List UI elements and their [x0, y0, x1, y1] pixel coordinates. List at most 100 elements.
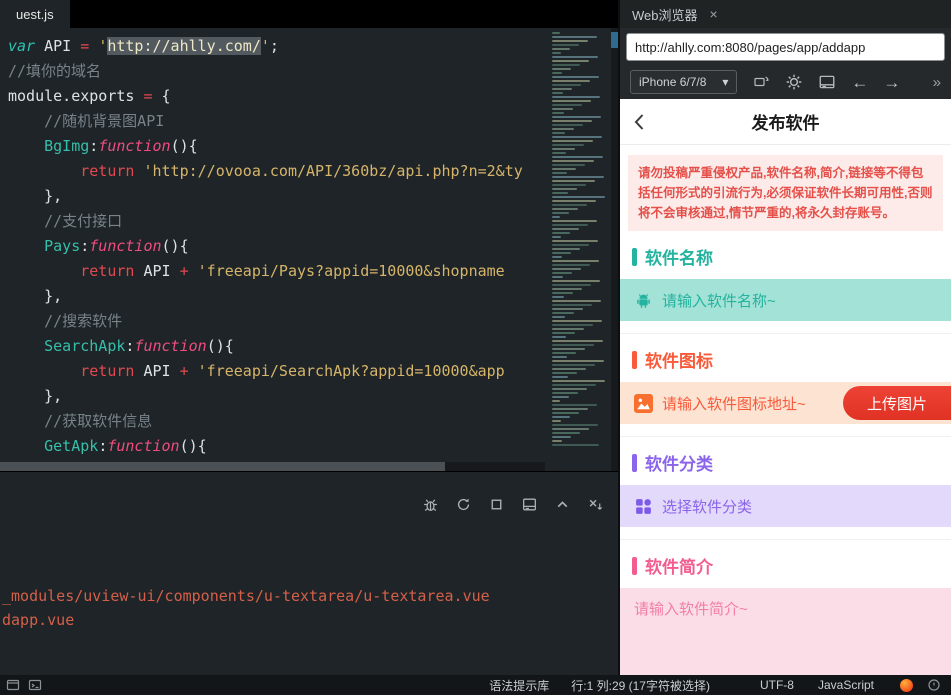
- collapse-panel-icon[interactable]: [554, 496, 571, 513]
- section-header: 软件名称: [620, 244, 951, 269]
- rotate-device-icon[interactable]: [752, 73, 770, 91]
- section-title: 软件名称: [645, 249, 713, 268]
- divider: [620, 436, 951, 437]
- url-input[interactable]: http://ahlly.com:8080/pages/app/addapp: [626, 33, 945, 61]
- code-line: return API + 'freeapi/SearchApk?appid=10…: [80, 362, 505, 380]
- syntax-lib-status[interactable]: 语法提示库: [489, 677, 549, 694]
- grid-icon: [634, 497, 653, 516]
- console-toolbar: [422, 496, 604, 513]
- page-navbar: 发布软件: [620, 99, 951, 145]
- console-output: _modules/uview-ui/components/u-textarea/…: [2, 584, 618, 632]
- code-line: //支付接口: [44, 212, 123, 230]
- code-line: },: [8, 287, 63, 305]
- mobile-page-addapp: 发布软件 请勿投稿严重侵权产品,软件名称,简介,链接等不得包括任何形式的引流行为…: [620, 99, 951, 675]
- code-line: //随机背景图API: [44, 112, 165, 130]
- editor-tab-request-js[interactable]: uest.js: [0, 0, 70, 28]
- devtools-icon[interactable]: [818, 73, 836, 91]
- back-arrow[interactable]: ←: [851, 74, 868, 91]
- console-panel-icon[interactable]: [521, 496, 538, 513]
- code-line: Pays:function(){: [44, 237, 189, 255]
- hbuilderx-window: uest.js var API = 'http://ahlly.com/'; //…: [0, 0, 951, 695]
- horizontal-scrollbar-thumb[interactable]: [0, 462, 445, 471]
- chevron-down-icon: ▾: [722, 75, 729, 89]
- divider: [620, 333, 951, 334]
- app-description-textarea[interactable]: 请输入软件简介~: [620, 588, 951, 675]
- vertical-scrollbar-thumb[interactable]: [611, 32, 618, 48]
- code-line: //搜索软件: [44, 312, 123, 330]
- editor-tabbar: uest.js: [0, 0, 618, 28]
- editor-tab-label: uest.js: [16, 6, 54, 22]
- android-icon: [634, 291, 653, 310]
- console-output-line[interactable]: dapp.vue: [2, 608, 618, 632]
- section-app-category: 软件分类 选择软件分类: [620, 436, 951, 527]
- upload-image-button[interactable]: 上传图片: [842, 386, 951, 420]
- app-name-input[interactable]: 请输入软件名称~: [620, 279, 951, 321]
- code-line: //获取软件信息: [44, 412, 153, 430]
- divider: [620, 539, 951, 540]
- debug-icon[interactable]: [422, 496, 439, 513]
- minimap[interactable]: [552, 32, 610, 461]
- browser-tabbar: Web浏览器 ×: [620, 0, 951, 28]
- editor-panel: uest.js var API = 'http://ahlly.com/'; //…: [0, 0, 618, 675]
- forward-arrow[interactable]: →: [883, 74, 900, 91]
- back-chevron-icon[interactable]: [630, 112, 650, 132]
- app-icon-placeholder: 请输入软件图标地址~: [662, 395, 806, 413]
- section-accent-bar: [632, 350, 637, 369]
- warning-notice: 请勿投稿严重侵权产品,软件名称,简介,链接等不得包括任何形式的引流行为,必须保证…: [628, 155, 943, 231]
- code-line: var API = 'http://ahlly.com/';: [8, 37, 279, 55]
- section-accent-bar: [632, 247, 637, 266]
- section-title: 软件图标: [645, 352, 713, 371]
- section-header: 软件简介: [620, 553, 951, 578]
- code-line: module.exports = {: [8, 87, 171, 105]
- status-bar: 语法提示库 行:1 列:29 (17字符被选择) UTF-8 JavaScrip…: [0, 675, 951, 695]
- console-panel: _modules/uview-ui/components/u-textarea/…: [0, 471, 618, 675]
- section-header: 软件分类: [620, 450, 951, 475]
- section-app-description: 软件简介 请输入软件简介~: [620, 539, 951, 675]
- terminal-icon[interactable]: [28, 678, 42, 692]
- section-title: 软件分类: [645, 455, 713, 474]
- code-line: //填你的域名: [8, 62, 102, 80]
- device-select-value: iPhone 6/7/8: [639, 75, 707, 89]
- vertical-scrollbar[interactable]: [611, 28, 618, 471]
- web-browser-panel: Web浏览器 × http://ahlly.com:8080/pages/app…: [618, 0, 951, 675]
- device-select[interactable]: iPhone 6/7/8 ▾: [630, 70, 738, 94]
- feedback-icon[interactable]: [927, 678, 941, 692]
- window-layout-icon[interactable]: [6, 678, 20, 692]
- console-output-line[interactable]: _modules/uview-ui/components/u-textarea/…: [2, 584, 618, 608]
- close-browser-tab-icon[interactable]: ×: [710, 6, 718, 22]
- stop-icon[interactable]: [488, 496, 505, 513]
- section-header: 软件图标: [620, 347, 951, 372]
- close-console-icon[interactable]: [587, 496, 604, 513]
- code-editor[interactable]: var API = 'http://ahlly.com/'; //填你的域名 mod…: [0, 28, 618, 471]
- code-lines: var API = 'http://ahlly.com/'; //填你的域名 mod…: [0, 28, 618, 459]
- promotion-icon[interactable]: [900, 678, 913, 692]
- horizontal-scrollbar[interactable]: [0, 462, 545, 471]
- language-status[interactable]: JavaScript: [818, 678, 874, 692]
- category-placeholder: 选择软件分类: [662, 498, 753, 516]
- more-tools-chevrons[interactable]: »: [933, 74, 941, 91]
- code-line: BgImg:function(){: [44, 137, 198, 155]
- browser-tab-label[interactable]: Web浏览器: [632, 5, 698, 24]
- code-line: },: [8, 187, 63, 205]
- settings-gear-icon[interactable]: [785, 73, 803, 91]
- url-row: http://ahlly.com:8080/pages/app/addapp: [620, 28, 951, 65]
- app-icon-url-input[interactable]: 请输入软件图标地址~ 上传图片: [620, 382, 951, 424]
- cursor-position-status[interactable]: 行:1 列:29 (17字符被选择): [571, 677, 710, 694]
- section-accent-bar: [632, 556, 637, 575]
- device-toolbar: iPhone 6/7/8 ▾ ← → »: [620, 65, 951, 99]
- browser-viewport: 发布软件 请勿投稿严重侵权产品,软件名称,简介,链接等不得包括任何形式的引流行为…: [620, 99, 951, 675]
- code-line: },: [8, 387, 63, 405]
- code-line: SearchApk:function(){: [44, 337, 234, 355]
- code-line: return 'http://ovooa.com/API/360bz/api.p…: [80, 162, 523, 180]
- category-picker[interactable]: 选择软件分类: [620, 485, 951, 527]
- encoding-status[interactable]: UTF-8: [760, 678, 794, 692]
- section-app-name: 软件名称 请输入软件名称~: [620, 244, 951, 321]
- section-title: 软件简介: [645, 558, 713, 577]
- image-icon: [634, 393, 653, 413]
- code-line: return API + 'freeapi/Pays?appid=10000&s…: [80, 262, 505, 280]
- section-app-icon: 软件图标 请输入软件图标地址~ 上传图片: [620, 333, 951, 424]
- restart-icon[interactable]: [455, 496, 472, 513]
- section-accent-bar: [632, 453, 637, 472]
- code-line: GetApk:function(){: [44, 437, 207, 455]
- main-area: uest.js var API = 'http://ahlly.com/'; //…: [0, 0, 951, 675]
